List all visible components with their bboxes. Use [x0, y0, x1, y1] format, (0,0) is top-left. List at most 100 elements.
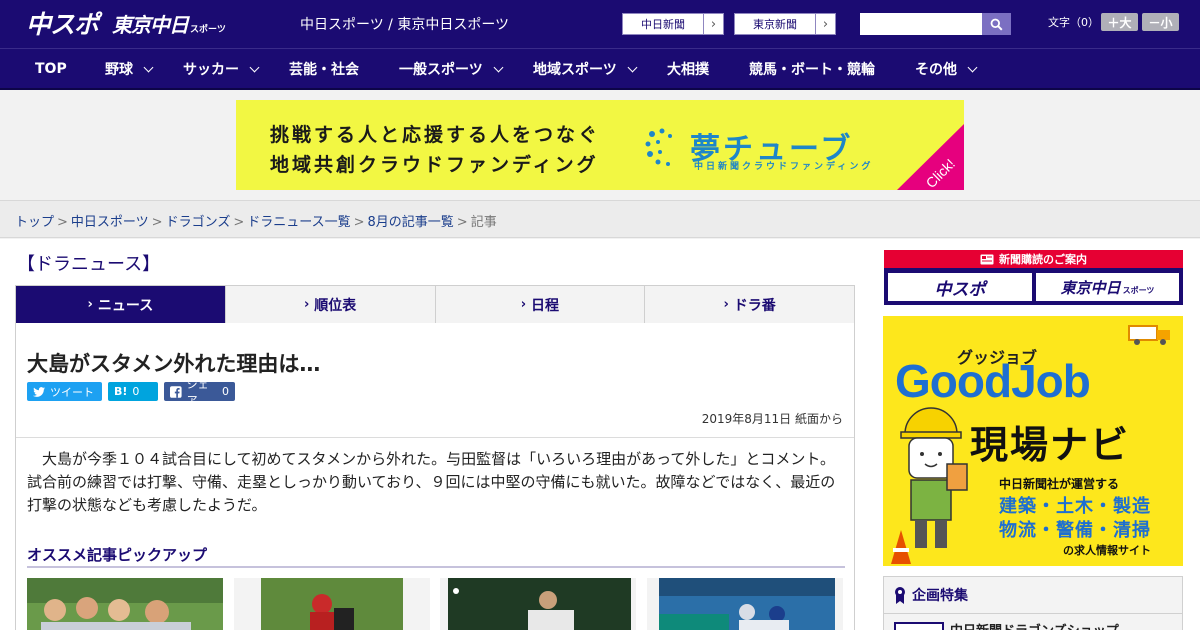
chevron-down-icon — [249, 62, 260, 72]
banner-line-1: 挑戦する人と応援する人をつなぐ — [270, 124, 601, 146]
tokyo-shimbun-link-label: 東京新聞 — [753, 18, 797, 31]
nav-item-top[interactable]: TOP — [35, 49, 67, 89]
article-title: 大島がスタメン外れた理由は… — [27, 352, 321, 376]
nav-item-sumo[interactable]: 大相撲 — [667, 49, 709, 89]
article-body: 大島が今季１０４試合目にして初めてスタメンから外れた。与田監督は「いろいろ理由が… — [27, 450, 836, 514]
facebook-share-button[interactable]: シェア 0 — [164, 378, 235, 407]
nav-item-baseball[interactable]: 野球 — [105, 49, 154, 89]
chuspo-logo[interactable]: 中スポ — [26, 6, 99, 40]
chevron-right-icon: › — [87, 297, 93, 312]
divider — [27, 566, 845, 568]
pickup-thumbnail-4[interactable] — [647, 578, 843, 630]
font-size-decrease-button[interactable]: －小 — [1142, 13, 1179, 31]
chevron-right-icon: › — [303, 297, 310, 312]
tokyo-chunichi-logo[interactable]: 東京中日 スポーツ — [112, 6, 226, 40]
breadcrumb-bar: トップ > 中日スポーツ > ドラゴンズ > ドラニュース一覧 >8月の記事一覧 > 記事 — [0, 200, 1200, 238]
nav-item-soccer[interactable]: サッカー — [183, 49, 260, 89]
tab-standings[interactable]: › 順位表 — [226, 286, 436, 323]
ribbon-icon — [895, 587, 905, 604]
click-badge: Click! — [897, 124, 964, 190]
breadcrumb-separator: > — [151, 215, 163, 230]
chevron-down-icon — [493, 62, 504, 72]
breadcrumb-link-chunichi-sports[interactable]: 中日スポーツ — [71, 215, 149, 230]
nav-item-label: TOP — [35, 61, 67, 77]
nav-item-label: サッカー — [183, 62, 239, 78]
chunichi-shimbun-link-label: 中日新聞 — [641, 18, 685, 31]
crowdfunding-banner[interactable]: 挑戦する人と応援する人をつなぐ 地域共創クラウドファンディング 夢チューブ 中日… — [236, 100, 964, 190]
chunichi-shimbun-link[interactable]: 中日新聞 › — [622, 13, 724, 35]
chuspo-logo-text: 中スポ — [26, 10, 99, 39]
worker-illustration — [891, 407, 968, 564]
twitter-bird-icon — [33, 386, 45, 397]
hatena-icon: B! — [114, 385, 128, 398]
banner-subtitle: 中日新聞クラウドファンディング — [694, 162, 874, 172]
pickup-thumbnail-1[interactable] — [27, 578, 223, 630]
subscribe-chuspo-button[interactable]: 中スポ — [888, 273, 1032, 301]
subscribe-tokyo-chunichi-button[interactable]: 東京中日 スポーツ — [1036, 273, 1179, 301]
banner-copy: 挑戦する人と応援する人をつなぐ 地域共創クラウドファンディング — [270, 120, 600, 180]
breadcrumb-link-top[interactable]: トップ — [15, 215, 54, 230]
facebook-icon — [170, 385, 182, 398]
banner-line-2: 地域共創クラウドファンディング — [270, 154, 599, 176]
breadcrumb-separator: > — [456, 215, 468, 230]
breadcrumb-separator: > — [57, 215, 68, 230]
feature-box: 企画特集 中日新聞ドラゴンズショップ — [883, 576, 1183, 630]
tab-label: ニュース — [97, 297, 154, 314]
photo-people-thumbnail — [27, 578, 223, 630]
nav-item-label: その他 — [915, 62, 957, 78]
tab-label: ドラ番 — [733, 297, 776, 314]
breadcrumb-separator: > — [353, 215, 365, 230]
nav-item-other[interactable]: その他 — [915, 49, 978, 89]
photo-pitcher-thumbnail — [440, 578, 636, 630]
truck-icon — [1128, 325, 1170, 345]
breadcrumb-link-dragons[interactable]: ドラゴンズ — [166, 215, 231, 230]
nav-item-label: 大相撲 — [667, 62, 709, 78]
feature-item-dragons-shop[interactable]: 中日新聞ドラゴンズショップ — [950, 620, 1119, 630]
nav-item-general-sports[interactable]: 一般スポーツ — [399, 49, 504, 89]
breadcrumb-link-august-list[interactable]: 8月の記事一覧 — [368, 215, 454, 230]
subscription-heading-label: 新聞購読のご案内 — [999, 253, 1087, 266]
chevron-right-icon: › — [723, 297, 729, 312]
breadcrumb: トップ > 中日スポーツ > ドラゴンズ > ドラニュース一覧 >8月の記事一覧 > 記事 — [15, 211, 497, 230]
section-title: 【ドラニュース】 — [17, 254, 161, 275]
subscribe-tokyo-chunichi-label: 東京中日 — [1060, 278, 1121, 297]
site-title: 中日スポーツ / 東京中日スポーツ — [300, 17, 510, 33]
search-button[interactable] — [982, 13, 1011, 35]
facebook-share-count: 0 — [222, 385, 229, 398]
chevron-right-icon: › — [815, 14, 835, 34]
hatena-count: 0 — [132, 385, 140, 398]
chevron-down-icon — [967, 62, 978, 72]
tokyo-chunichi-logo-small: スポーツ — [190, 24, 226, 35]
tab-reporter[interactable]: › ドラ番 — [645, 286, 854, 323]
tab-schedule[interactable]: › 日程 — [436, 286, 646, 323]
pickup-thumbnail-3[interactable] — [440, 578, 636, 630]
subscribe-tokyo-chunichi-small: スポーツ — [1122, 285, 1155, 295]
nav-item-local-sports[interactable]: 地域スポーツ — [533, 49, 638, 89]
photo-game-thumbnail — [647, 578, 843, 630]
goodjob-line-1: 中日新聞社が運営する — [999, 477, 1120, 491]
chevron-down-icon — [627, 62, 638, 72]
tab-label: 日程 — [531, 297, 560, 314]
nav-item-racing[interactable]: 競馬・ボート・競輪 — [749, 49, 875, 89]
shop-thumbnail[interactable] — [894, 622, 944, 630]
pickup-thumbnail-2[interactable] — [234, 578, 430, 630]
breadcrumb-separator: > — [233, 215, 245, 230]
tab-news[interactable]: › ニュース — [16, 286, 226, 331]
breadcrumb-link-dra-news-list[interactable]: ドラニュース一覧 — [247, 215, 350, 230]
tokyo-chunichi-logo-text: 東京中日 — [112, 12, 189, 37]
nav-item-entertainment[interactable]: 芸能・社会 — [289, 49, 359, 89]
font-size-increase-button[interactable]: ＋大 — [1101, 13, 1138, 31]
chevron-right-icon: › — [520, 297, 527, 312]
search-input[interactable] — [860, 13, 982, 35]
nav-item-label: 競馬・ボート・競輪 — [749, 62, 875, 78]
tokyo-shimbun-link[interactable]: 東京新聞 › — [734, 13, 836, 35]
feature-heading-label: 企画特集 — [912, 588, 968, 604]
divider — [884, 613, 1182, 614]
breadcrumb-current: 記事 — [470, 215, 497, 230]
tweet-button[interactable]: ツイート — [27, 382, 102, 401]
goodjob-ad[interactable]: グッジョブ GoodJob 現場ナビ 中日新聞社が運営する 建築・土木・製造 物… — [883, 316, 1183, 566]
subscription-box: 新聞購読のご案内 中スポ 東京中日 スポーツ — [884, 250, 1183, 305]
hatena-bookmark-button[interactable]: B! 0 — [108, 382, 158, 401]
dots-icon — [645, 128, 672, 166]
goodjob-line-4: の求人情報サイト — [1063, 544, 1151, 557]
